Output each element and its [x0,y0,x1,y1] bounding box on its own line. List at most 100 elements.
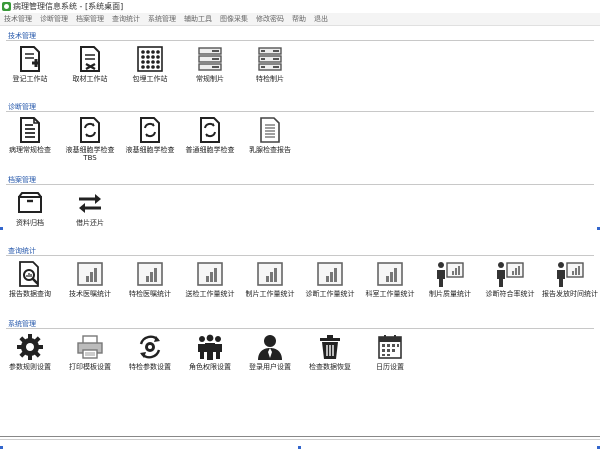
sampling-icon [74,44,106,74]
desktop-shortcut[interactable]: 常规制片 [180,44,240,83]
bar-chart-icon [254,259,286,289]
menu-item-diagnosis[interactable]: 诊断管理 [36,14,72,24]
cycle-gear-icon [134,332,166,362]
desktop-shortcut[interactable]: 制片工作量统计 [240,259,300,298]
desktop-shortcut[interactable]: 液基细胞学检查TBS [60,115,120,162]
users-group-icon [194,332,226,362]
desktop-shortcut[interactable]: 打印模板设置 [60,332,120,371]
cytology-icon [134,115,166,145]
shortcut-label: 病理常规检查 [9,146,51,154]
bar-chart-icon [314,259,346,289]
desktop-shortcut[interactable]: 报告数据查询 [0,259,60,298]
shortcut-label: 打印模板设置 [69,363,111,371]
section-divider [6,328,594,329]
desktop-shortcut[interactable]: 送检工作量统计 [180,259,240,298]
shortcut-label: 报告发放时间统计 [542,290,598,298]
presenter-chart-icon [434,259,466,289]
presenter-chart-icon [494,259,526,289]
bottom-divider [0,436,600,437]
desktop-shortcut[interactable]: 技术医嘱统计 [60,259,120,298]
shortcut-label: 诊断工作量统计 [305,290,355,298]
desktop-shortcut[interactable]: 角色权限设置 [180,332,240,371]
section-divider [6,184,594,185]
bar-chart-icon [74,259,106,289]
desktop-shortcut[interactable]: 登录用户设置 [240,332,300,371]
menu-bar: 技术管理 诊断管理 档案管理 查询统计 系统管理 辅助工具 图像采集 修改密码 … [0,13,600,26]
shortcut-label: 特检参数设置 [129,363,171,371]
desktop-shortcut[interactable]: 报告发放时间统计 [540,259,600,298]
desktop-shortcut[interactable]: 检查数据恢复 [300,332,360,371]
menu-item-tools[interactable]: 辅助工具 [180,14,216,24]
cytology-icon [74,115,106,145]
desktop-shortcut[interactable]: 诊断符合率统计 [480,259,540,298]
shortcut-label: 包埋工作站 [132,75,168,83]
shortcut-label: 报告数据查询 [9,290,51,298]
shortcut-label: 技术医嘱统计 [69,290,111,298]
bar-chart-icon [374,259,406,289]
bar-chart-icon [134,259,166,289]
cytology-icon [194,115,226,145]
desktop-shortcut[interactable]: 登记工作站 [0,44,60,83]
menu-item-image[interactable]: 图像采集 [216,14,252,24]
report-document-icon [14,115,46,145]
app-logo-icon [2,2,11,11]
resize-handle-bottom[interactable] [298,446,301,449]
menu-item-query[interactable]: 查询统计 [108,14,144,24]
desktop-shortcut[interactable]: 日历设置 [360,332,420,371]
desktop-shortcut[interactable]: 特检医嘱统计 [120,259,180,298]
breast-report-icon [254,115,286,145]
desktop-shortcut[interactable]: 病理常规检查 [0,115,60,154]
menu-item-password[interactable]: 修改密码 [252,14,288,24]
section-divider [6,40,594,41]
desktop-shortcut[interactable]: 资料归档 [0,188,60,227]
shortcut-label: 制片质量统计 [429,290,471,298]
desktop-shortcut[interactable]: 制片质量统计 [420,259,480,298]
menu-item-tech[interactable]: 技术管理 [0,14,36,24]
shortcut-label: 液基细胞学检查 [125,146,175,154]
menu-item-exit[interactable]: 退出 [310,14,332,24]
shortcut-label: 登录用户设置 [249,363,291,371]
slide-stack-icon [194,44,226,74]
shortcut-label: 乳腺检查报告 [249,146,291,154]
shortcut-label: 资料归档 [16,219,44,227]
gear-icon [14,332,46,362]
desktop-shortcut[interactable]: 参数规则设置 [0,332,60,371]
desktop-shortcut[interactable]: 液基细胞学检查 [120,115,180,154]
shortcut-label: 取材工作站 [72,75,108,83]
desktop-shortcut[interactable]: 普通细胞学检查 [180,115,240,154]
desktop-shortcut[interactable]: 科室工作量统计 [360,259,420,298]
shortcut-label: 液基细胞学检查TBS [65,146,115,162]
desktop-shortcut[interactable]: 包埋工作站 [120,44,180,83]
exchange-arrows-icon [74,188,106,218]
bar-chart-icon [194,259,226,289]
special-slide-stack-icon [254,44,286,74]
desktop-shortcut[interactable]: 诊断工作量统计 [300,259,360,298]
search-report-icon [14,259,46,289]
desktop-shortcut[interactable]: 特检制片 [240,44,300,83]
menu-item-archive[interactable]: 档案管理 [72,14,108,24]
printer-icon [74,332,106,362]
desktop-shortcut[interactable]: 取材工作站 [60,44,120,83]
window-titlebar: 病理管理信息系统 - [系统桌面] [0,0,600,13]
desktop-shortcut[interactable]: 特检参数设置 [120,332,180,371]
shortcut-label: 借片还片 [76,219,104,227]
resize-handle-left[interactable] [0,227,3,230]
menu-item-help[interactable]: 帮助 [288,14,310,24]
shortcut-label: 特检医嘱统计 [129,290,171,298]
shortcut-label: 诊断符合率统计 [485,290,535,298]
section-divider [6,255,594,256]
embedding-grid-icon [134,44,166,74]
trash-icon [314,332,346,362]
menu-item-system[interactable]: 系统管理 [144,14,180,24]
user-icon [254,332,286,362]
section-divider [6,111,594,112]
presenter-chart-icon [554,259,586,289]
bottom-divider-secondary [0,439,600,440]
register-icon [14,44,46,74]
resize-handle-bottom-left[interactable] [0,446,3,449]
window-title: 病理管理信息系统 - [系统桌面] [13,2,124,11]
desktop-shortcut[interactable]: 借片还片 [60,188,120,227]
desktop-shortcut[interactable]: 乳腺检查报告 [240,115,300,154]
shortcut-label: 日历设置 [376,363,404,371]
archive-tray-icon [14,188,46,218]
